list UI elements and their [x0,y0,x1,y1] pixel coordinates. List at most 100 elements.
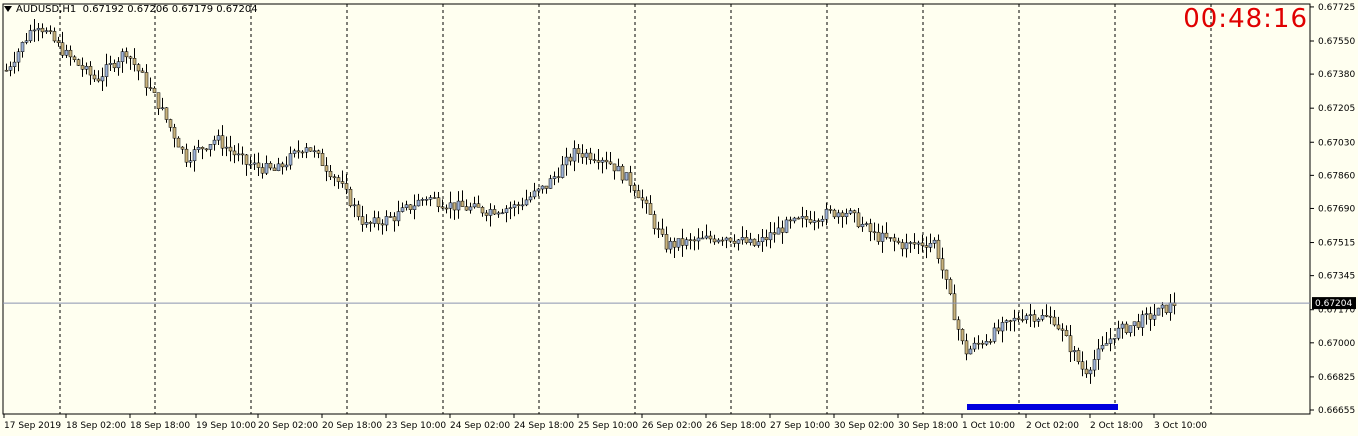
candle-body [96,78,101,82]
candle-body [388,216,393,218]
candle-body [996,327,1001,332]
x-tick-label: 26 Sep 18:00 [706,421,766,431]
candle-body [240,153,245,156]
candle-body [636,190,641,199]
candle-body [248,163,253,166]
chart-window[interactable]: 0.67725 0.67550 0.67380 0.67205 0.67030 0.678… [0,0,1358,436]
candle-body [828,209,833,211]
candle-body [824,209,829,220]
candle-body [612,163,617,172]
candle-body [300,151,305,154]
candle-body [8,66,13,71]
candle-body [492,209,497,215]
candle-body [700,237,705,240]
candle-body [24,40,29,43]
candle-body [648,203,653,215]
candle-body [1104,343,1109,346]
candle-body [584,152,589,158]
candle-body [424,198,429,201]
candle-body [848,210,853,214]
candle-body [520,204,525,207]
candle-body [964,340,969,355]
candle-body [704,235,709,239]
candle-body [476,203,481,208]
candle-body [364,222,369,225]
candle-body [180,146,185,150]
symbol-header: AUDUSD,H1 0.67192 0.67206 0.67179 0.6720… [4,4,258,15]
candle-body [404,204,409,208]
candle-body [1108,338,1113,344]
candle-body [1168,302,1173,313]
candle-body [568,156,573,162]
candle-body [580,153,585,158]
plot-frame [2,3,1311,415]
candle-body [644,199,649,204]
candle-body [184,148,189,163]
candle-body [68,49,73,58]
candle-body [4,69,9,72]
candle-body [572,148,577,162]
symbol-label: AUDUSD,H1 [16,4,77,15]
candle-body [1024,315,1029,320]
candle-body [508,207,513,209]
candle-body [924,245,929,248]
x-tick-label: 23 Sep 10:00 [386,421,446,431]
candle-body [252,162,257,165]
dropdown-triangle-icon[interactable] [4,6,12,12]
candle-body [868,223,873,233]
candle-body [488,209,493,216]
price-chart[interactable]: 0.67725 0.67550 0.67380 0.67205 0.67030 0.678… [0,0,1358,436]
candle-body [84,66,89,70]
x-tick-label: 24 Sep 02:00 [450,421,510,431]
candle-body [720,239,725,242]
candle-body [804,216,809,220]
x-tick-label: 30 Sep 02:00 [834,421,894,431]
candle-body [624,172,629,181]
candle-body [448,202,453,209]
candle-body [968,348,973,355]
candle-body [872,231,877,234]
candle-body [504,208,509,213]
candle-body [940,258,945,271]
candle-body [192,149,197,162]
candle-body [1116,327,1121,339]
candle-body [204,148,209,151]
candle-body [264,163,269,174]
candle-body [432,197,437,199]
candle-body [368,222,373,224]
candle-body [608,161,613,165]
candle-body [312,150,317,153]
candle-body [780,227,785,233]
candle-body [792,217,797,222]
candle-body [496,212,501,215]
candle-body [1012,317,1017,322]
candle-body [1128,325,1133,333]
candle-body [544,185,549,189]
candle-body [12,61,17,67]
candle-body [136,64,141,72]
candle-body [708,235,713,240]
candle-body [1036,318,1041,322]
candle-body [456,200,461,211]
candle-body [212,139,217,145]
x-tick-label: 3 Oct 10:00 [1154,421,1207,431]
candle-body [128,56,133,59]
x-tick-label: 27 Sep 10:00 [770,421,830,431]
candle-body [596,160,601,163]
candle-body [224,146,229,149]
candle-body [308,147,313,152]
candle-body [1112,337,1117,340]
candle-body [1060,328,1065,331]
candle-body [736,239,741,244]
candle-body [332,176,337,179]
candle-body [884,232,889,238]
candle-body [440,206,445,209]
candle-body [172,127,177,139]
candle-body [816,220,821,222]
candle-body [1120,323,1125,329]
candle-body [1148,313,1153,320]
candle-body [1164,304,1169,313]
candle-body [808,219,813,223]
candle-body [1048,315,1053,318]
candle-body [396,211,401,222]
